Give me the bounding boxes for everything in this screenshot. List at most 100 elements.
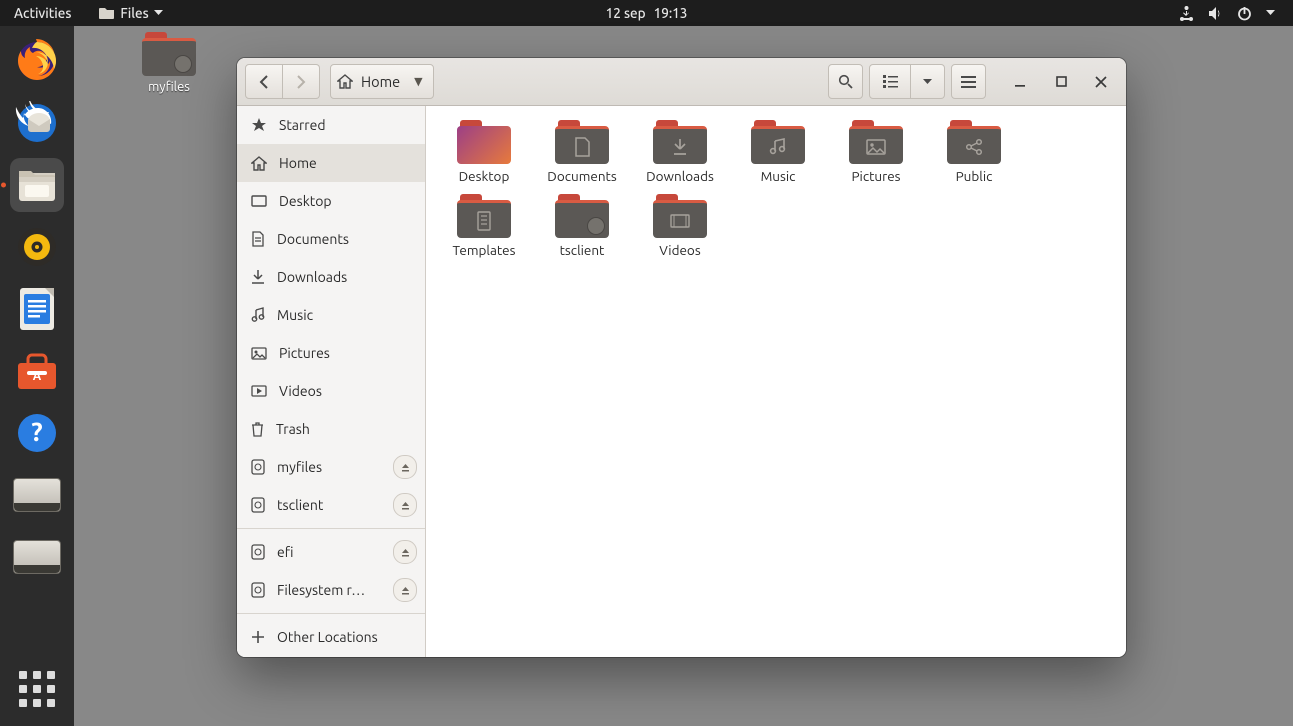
svg-text:A: A [33, 370, 42, 383]
folder-icon [457, 120, 511, 164]
file-item-label: Downloads [634, 168, 726, 184]
file-item-public[interactable]: Public [928, 120, 1020, 184]
sidebar-item-home[interactable]: Home [237, 144, 425, 182]
desktop-icon [251, 195, 267, 208]
sidebar-separator [237, 528, 425, 529]
sidebar-item-music[interactable]: Music [237, 296, 425, 334]
folder-icon [947, 120, 1001, 164]
minimize-button[interactable] [1004, 68, 1038, 96]
sidebar-item-videos[interactable]: Videos [237, 372, 425, 410]
video-icon [670, 214, 690, 228]
sidebar-item-downloads[interactable]: Downloads [237, 258, 425, 296]
sidebar-item-efi[interactable]: efi [237, 533, 425, 571]
eject-button[interactable] [393, 493, 417, 517]
file-item-downloads[interactable]: Downloads [634, 120, 726, 184]
view-switcher [869, 64, 945, 99]
sidebar-separator [237, 613, 425, 614]
maximize-icon [1056, 76, 1067, 87]
desktop[interactable]: myfiles Home ▼ [74, 26, 1293, 726]
folder-icon [849, 120, 903, 164]
music-icon [251, 307, 265, 323]
picture-icon [251, 347, 267, 360]
file-item-documents[interactable]: Documents [536, 120, 628, 184]
sidebar-item-desktop[interactable]: Desktop [237, 182, 425, 220]
sidebar-item-myfiles[interactable]: myfiles [237, 448, 425, 486]
dock-item-help[interactable]: ? [10, 406, 64, 460]
eject-icon [401, 586, 410, 595]
template-icon [476, 211, 492, 231]
file-item-desktop[interactable]: Desktop [438, 120, 530, 184]
file-item-label: Templates [438, 242, 530, 258]
file-item-music[interactable]: Music [732, 120, 824, 184]
sidebar-item-other-locations[interactable]: Other Locations [237, 618, 425, 656]
maximize-button[interactable] [1044, 68, 1078, 96]
sidebar-item-pictures[interactable]: Pictures [237, 334, 425, 372]
apps-grid-icon [17, 669, 57, 709]
activities-button[interactable]: Activities [0, 0, 85, 26]
sidebar-item-label: Music [277, 307, 313, 323]
folder-icon [555, 120, 609, 164]
dock-item-ubuntu-software[interactable]: A [10, 344, 64, 398]
dock-item-files[interactable] [10, 158, 64, 212]
sidebar-item-trash[interactable]: Trash [237, 410, 425, 448]
dock-item-thunderbird[interactable] [10, 96, 64, 150]
view-options-button[interactable] [911, 64, 945, 99]
system-status-area[interactable] [1179, 6, 1293, 21]
file-item-tsclient[interactable]: tsclient [536, 194, 628, 258]
dock-item-libreoffice-writer[interactable] [10, 282, 64, 336]
clock-button[interactable]: 12 sep 19:13 [606, 5, 688, 21]
sidebar-item-filesystem-root[interactable]: Filesystem r… [237, 571, 425, 609]
dock-item-firefox[interactable] [10, 34, 64, 88]
eject-button[interactable] [393, 455, 417, 479]
gnome-top-bar: Activities Files 12 sep 19:13 [0, 0, 1293, 26]
app-menu-label: Files [120, 5, 148, 21]
desktop-icon-label: myfiles [124, 80, 214, 94]
folder-icon [142, 32, 196, 76]
file-item-videos[interactable]: Videos [634, 194, 726, 258]
files-window: Home ▼ [237, 58, 1126, 657]
list-icon [883, 75, 898, 88]
desktop-icon-myfiles[interactable]: myfiles [124, 32, 214, 94]
file-item-label: Pictures [830, 168, 922, 184]
hamburger-menu-button[interactable] [951, 64, 986, 99]
drive-icon [251, 497, 265, 513]
close-button[interactable] [1084, 68, 1118, 96]
window-headerbar: Home ▼ [237, 58, 1126, 106]
dock-item-disk-a[interactable] [10, 468, 64, 522]
trash-icon [251, 421, 264, 437]
sidebar-item-starred[interactable]: Starred [237, 106, 425, 144]
search-button[interactable] [828, 64, 863, 99]
sidebar-item-label: Starred [279, 117, 326, 133]
eject-button[interactable] [393, 578, 417, 602]
document-icon [573, 137, 591, 157]
file-item-templates[interactable]: Templates [438, 194, 530, 258]
eject-button[interactable] [393, 540, 417, 564]
dock-item-disk-b[interactable] [10, 530, 64, 584]
forward-button[interactable] [283, 64, 320, 99]
dock-item-show-applications[interactable] [10, 662, 64, 716]
menu-icon [961, 76, 976, 88]
back-button[interactable] [245, 64, 283, 99]
video-icon [251, 385, 267, 397]
drive-icon [251, 544, 265, 560]
folder-icon [555, 194, 609, 238]
sidebar-item-tsclient[interactable]: tsclient [237, 486, 425, 524]
sidebar-item-documents[interactable]: Documents [237, 220, 425, 258]
list-view-button[interactable] [869, 64, 911, 99]
folder-icon [653, 194, 707, 238]
download-icon [672, 138, 688, 156]
dock-item-rhythmbox[interactable] [10, 220, 64, 274]
app-menu-button[interactable]: Files [85, 0, 176, 26]
sidebar-item-label: Filesystem r… [277, 582, 365, 598]
files-view[interactable]: Desktop Documents Downloads [426, 106, 1126, 657]
music-icon [769, 138, 787, 156]
file-item-pictures[interactable]: Pictures [830, 120, 922, 184]
drive-icon [251, 459, 265, 475]
minimize-icon [1015, 76, 1027, 88]
plus-icon [251, 630, 265, 644]
sidebar-item-label: tsclient [277, 497, 323, 513]
nav-buttons [245, 64, 320, 99]
sidebar-item-label: Videos [279, 383, 322, 399]
libreoffice-writer-icon [17, 286, 57, 332]
path-bar[interactable]: Home ▼ [330, 64, 434, 99]
